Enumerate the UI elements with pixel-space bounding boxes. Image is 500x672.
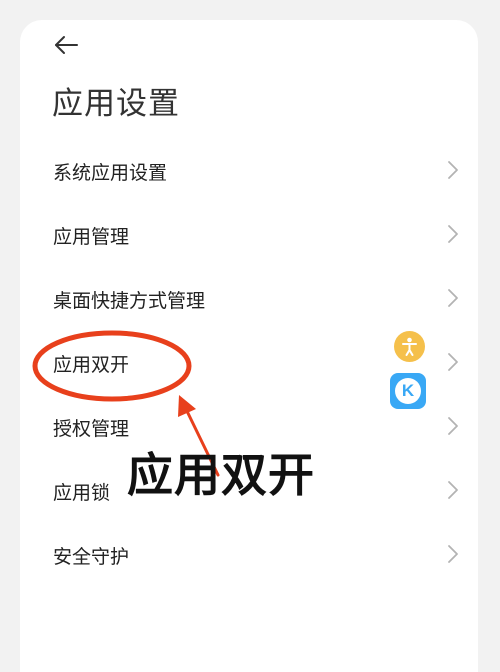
chevron-right-icon <box>448 481 458 499</box>
menu-item-label: 安全守护 <box>53 546 130 568</box>
chevron-right-icon <box>448 161 458 179</box>
menu-item-label: 授权管理 <box>53 418 130 440</box>
kugou-letter: K <box>395 378 421 404</box>
page-title: 应用设置 <box>52 86 180 122</box>
menu-item-desktop-shortcut-management[interactable]: 桌面快捷方式管理 <box>20 272 478 328</box>
arrow-left-icon <box>55 36 78 54</box>
settings-screen: 应用设置 系统应用设置 应用管理 桌面快捷方式管理 应用双开 授权管理 应用锁 … <box>20 20 478 672</box>
menu-item-label: 应用管理 <box>53 226 130 248</box>
menu-item-security-guard[interactable]: 安全守护 <box>20 528 478 584</box>
chevron-right-icon <box>448 545 458 563</box>
highlight-ring-annotation <box>32 330 192 402</box>
callout-label: 应用双开 <box>127 448 315 502</box>
menu-item-label: 系统应用设置 <box>53 162 168 184</box>
back-button[interactable] <box>51 30 81 60</box>
menu-item-app-management[interactable]: 应用管理 <box>20 208 478 264</box>
accessibility-icon[interactable] <box>394 331 425 362</box>
kugou-app-icon[interactable]: K <box>390 373 426 409</box>
menu-item-label: 桌面快捷方式管理 <box>53 290 206 312</box>
menu-item-label: 应用锁 <box>53 482 111 504</box>
floating-ball[interactable]: K <box>386 325 434 435</box>
chevron-right-icon <box>448 225 458 243</box>
chevron-right-icon <box>448 353 458 371</box>
device-frame: 应用设置 系统应用设置 应用管理 桌面快捷方式管理 应用双开 授权管理 应用锁 … <box>0 0 500 672</box>
menu-item-system-app-settings[interactable]: 系统应用设置 <box>20 144 478 200</box>
chevron-right-icon <box>448 289 458 307</box>
chevron-right-icon <box>448 417 458 435</box>
